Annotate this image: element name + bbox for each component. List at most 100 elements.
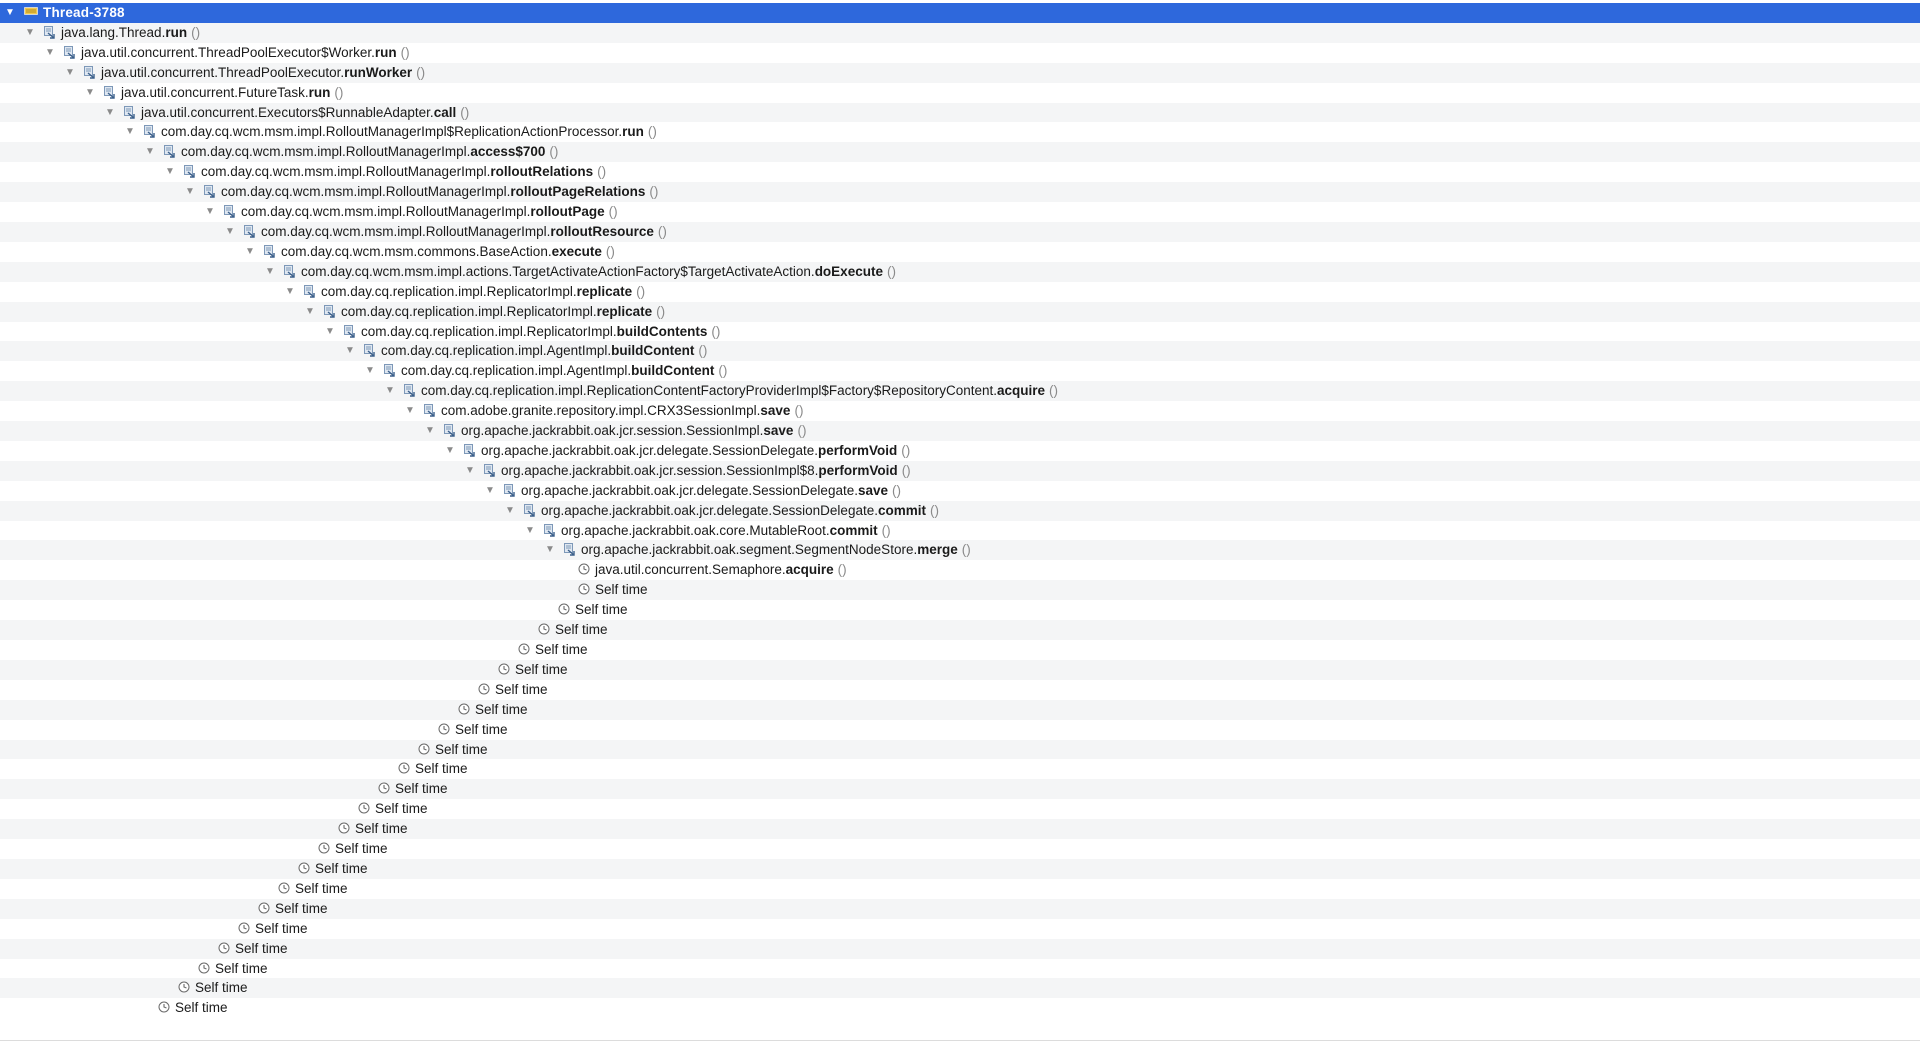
expand-toggle-icon[interactable]: ▼ xyxy=(542,540,558,560)
call-frame-row[interactable]: ▼ com.day.cq.wcm.msm.impl.RolloutManagerI… xyxy=(0,162,1920,182)
expand-toggle-icon[interactable]: ▼ xyxy=(2,3,18,23)
self-time-row[interactable]: Self time xyxy=(0,959,1920,979)
frame-parens: () xyxy=(460,104,470,120)
call-frame-row[interactable]: ▼ org.apache.jackrabbit.oak.jcr.delegate.… xyxy=(0,441,1920,461)
clock-icon xyxy=(538,620,550,635)
call-frame-row[interactable]: ▼ com.day.cq.replication.impl.AgentImpl.b… xyxy=(0,341,1920,362)
expand-toggle-icon[interactable]: ▼ xyxy=(122,122,138,142)
self-time-row[interactable]: Self time xyxy=(0,898,1920,919)
self-time-row[interactable]: Self time xyxy=(0,799,1920,819)
call-frame-row[interactable]: ▼ com.day.cq.wcm.msm.impl.RolloutManagerI… xyxy=(0,182,1920,203)
frame-parens: () xyxy=(886,263,896,279)
call-frame-row[interactable]: ▼ com.day.cq.wcm.msm.commons.BaseAction.e… xyxy=(0,242,1920,262)
call-frame-row[interactable]: ▼ com.day.cq.wcm.msm.impl.actions.TargetA… xyxy=(0,261,1920,282)
expand-toggle-icon[interactable]: ▼ xyxy=(242,242,258,262)
self-time-row[interactable]: Self time xyxy=(0,720,1920,740)
call-frame-row[interactable]: ▼ java.lang.Thread.run() xyxy=(0,22,1920,43)
self-time-row[interactable]: Self time xyxy=(0,938,1920,959)
expand-toggle-icon[interactable]: ▼ xyxy=(502,501,518,521)
expand-toggle-icon[interactable]: ▼ xyxy=(462,461,478,481)
expand-toggle-icon[interactable]: ▼ xyxy=(142,142,158,162)
node-label: org.apache.jackrabbit.oak.jcr.delegate.S… xyxy=(481,443,910,458)
self-time-row[interactable]: Self time xyxy=(0,659,1920,680)
expand-toggle-icon[interactable]: ▼ xyxy=(62,63,78,83)
expand-toggle-icon[interactable]: ▼ xyxy=(482,481,498,501)
expand-toggle-icon[interactable]: ▼ xyxy=(442,441,458,461)
frame-class: java.util.concurrent.Executors$RunnableA… xyxy=(141,104,434,120)
call-frame-row[interactable]: ▼ com.day.cq.replication.impl.AgentImpl.b… xyxy=(0,361,1920,381)
self-time-row[interactable]: Self time xyxy=(0,699,1920,720)
call-frame-row[interactable]: ▼ com.day.cq.wcm.msm.impl.RolloutManagerI… xyxy=(0,142,1920,163)
expand-toggle-icon[interactable]: ▼ xyxy=(222,222,238,242)
expand-toggle-icon[interactable]: ▼ xyxy=(382,381,398,401)
self-time-row[interactable]: Self time xyxy=(0,580,1920,601)
self-time-row[interactable]: Self time xyxy=(0,978,1920,999)
frame-class: java.util.concurrent.ThreadPoolExecutor. xyxy=(101,64,345,80)
expand-toggle-icon[interactable]: ▼ xyxy=(342,341,358,361)
self-time-row[interactable]: Self time xyxy=(0,879,1920,899)
expand-toggle-icon[interactable]: ▼ xyxy=(262,262,278,282)
call-frame-row[interactable]: ▼ org.apache.jackrabbit.oak.core.MutableR… xyxy=(0,521,1920,541)
self-time-row[interactable]: Self time xyxy=(0,839,1920,859)
node-label: java.util.concurrent.Semaphore.acquire() xyxy=(595,562,847,577)
clock-icon xyxy=(478,680,490,695)
call-frame-row[interactable]: ▼ com.adobe.granite.repository.impl.CRX3S… xyxy=(0,401,1920,421)
self-time-row[interactable]: Self time xyxy=(0,640,1920,660)
frame-method: acquire xyxy=(785,562,834,578)
self-time-row[interactable]: Self time xyxy=(0,919,1920,939)
call-frame-row[interactable]: ▼ org.apache.jackrabbit.oak.jcr.session.S… xyxy=(0,460,1920,481)
expand-toggle-icon[interactable]: ▼ xyxy=(202,202,218,222)
node-label: org.apache.jackrabbit.oak.core.MutableRo… xyxy=(561,523,891,538)
expand-toggle-icon[interactable]: ▼ xyxy=(42,43,58,63)
leaf-call-row[interactable]: java.util.concurrent.Semaphore.acquire() xyxy=(0,560,1920,580)
self-time-row[interactable]: Self time xyxy=(0,779,1920,800)
expand-toggle-icon[interactable]: ▼ xyxy=(162,162,178,182)
call-frame-row[interactable]: ▼ com.day.cq.wcm.msm.impl.RolloutManagerI… xyxy=(0,202,1920,222)
call-frame-row[interactable]: ▼ org.apache.jackrabbit.oak.jcr.delegate.… xyxy=(0,481,1920,501)
expand-toggle-icon[interactable]: ▼ xyxy=(82,83,98,103)
self-time-row[interactable]: Self time xyxy=(0,998,1920,1018)
node-label: Thread-3788 xyxy=(43,5,125,20)
call-frame-row[interactable]: ▼ java.util.concurrent.FutureTask.run() xyxy=(0,83,1920,103)
call-frame-row[interactable]: ▼ org.apache.jackrabbit.oak.jcr.session.S… xyxy=(0,421,1920,441)
call-frame-row[interactable]: ▼ com.day.cq.wcm.msm.impl.RolloutManagerI… xyxy=(0,221,1920,242)
thread-root-row[interactable]: ▼ Thread-3788 xyxy=(0,3,1920,23)
call-frame-row[interactable]: ▼ com.day.cq.wcm.msm.impl.RolloutManagerI… xyxy=(0,122,1920,142)
call-frame-row[interactable]: ▼ java.util.concurrent.ThreadPoolExecutor… xyxy=(0,43,1920,63)
call-frame-row[interactable]: ▼ java.util.concurrent.Executors$Runnable… xyxy=(0,102,1920,123)
expand-toggle-icon[interactable]: ▼ xyxy=(102,103,118,123)
expand-toggle-icon[interactable]: ▼ xyxy=(422,421,438,441)
call-frame-row[interactable]: ▼ org.apache.jackrabbit.oak.jcr.delegate.… xyxy=(0,500,1920,521)
call-frame-row[interactable]: ▼ com.day.cq.replication.impl.Replication… xyxy=(0,381,1920,402)
call-frame-row[interactable]: ▼ com.day.cq.replication.impl.ReplicatorI… xyxy=(0,282,1920,302)
method-call-icon xyxy=(304,282,316,298)
self-time-row[interactable]: Self time xyxy=(0,680,1920,700)
expand-toggle-icon[interactable]: ▼ xyxy=(402,401,418,421)
expand-toggle-icon[interactable]: ▼ xyxy=(522,521,538,541)
self-time-row[interactable]: Self time xyxy=(0,620,1920,640)
self-time-row[interactable]: Self time xyxy=(0,819,1920,840)
self-time-row[interactable]: Self time xyxy=(0,759,1920,779)
expand-toggle-icon[interactable]: ▼ xyxy=(302,302,318,322)
call-frame-row[interactable]: ▼ com.day.cq.replication.impl.ReplicatorI… xyxy=(0,301,1920,322)
self-time-row[interactable]: Self time xyxy=(0,600,1920,620)
call-frame-row[interactable]: ▼ org.apache.jackrabbit.oak.segment.Segme… xyxy=(0,540,1920,561)
self-time-row[interactable]: Self time xyxy=(0,858,1920,879)
expand-toggle-icon[interactable]: ▼ xyxy=(282,282,298,302)
expand-toggle-icon[interactable]: ▼ xyxy=(322,322,338,342)
node-label: Self time xyxy=(515,661,568,677)
expand-toggle-icon[interactable]: ▼ xyxy=(182,182,198,202)
call-frame-row[interactable]: ▼ java.util.concurrent.ThreadPoolExecutor… xyxy=(0,62,1920,83)
self-time-row[interactable]: Self time xyxy=(0,739,1920,760)
expand-toggle-icon[interactable]: ▼ xyxy=(22,23,38,43)
call-frame-row[interactable]: ▼ com.day.cq.replication.impl.ReplicatorI… xyxy=(0,322,1920,342)
frame-parens: () xyxy=(718,363,728,379)
clock-icon xyxy=(578,580,590,595)
expand-toggle-icon[interactable]: ▼ xyxy=(362,361,378,381)
